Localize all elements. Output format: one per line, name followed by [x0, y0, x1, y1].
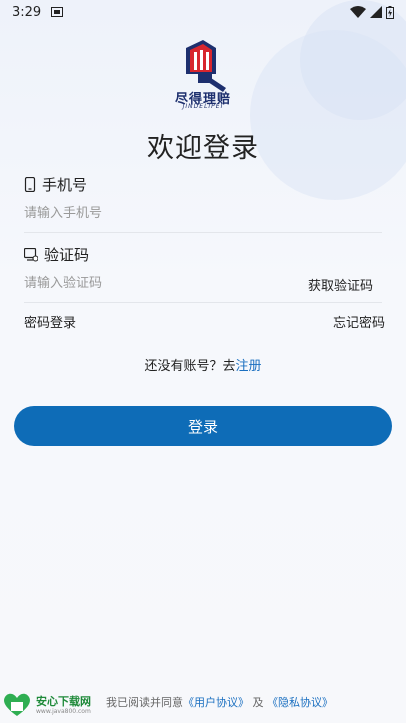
phone-input[interactable]: [24, 201, 382, 225]
watermark-url: www.java800.com: [36, 707, 91, 715]
signal-icon: [370, 6, 382, 18]
password-login-link[interactable]: 密码登录: [24, 312, 76, 331]
page-title: 欢迎登录: [147, 133, 259, 164]
watermark-logo-icon: [4, 693, 30, 716]
code-input[interactable]: [24, 271, 284, 295]
login-button[interactable]: 登录: [14, 406, 392, 446]
status-bar: 3:29: [0, 0, 406, 24]
phone-label: 手机号: [24, 174, 87, 195]
footer: 安心下载网 www.java800.com 我已阅读并同意《用户协议》 及 《隐…: [0, 688, 406, 718]
code-label-text: 验证码: [44, 246, 90, 264]
logo-building-icon: [186, 40, 226, 92]
code-label: 验证码: [24, 244, 89, 265]
sim-card-icon: [51, 7, 64, 17]
agreement-text: 我已阅读并同意《用户协议》 及 《隐私协议》: [106, 694, 333, 710]
agreement-prefix: 我已阅读并同意: [106, 696, 183, 709]
app-logo: 尽得理赔 JINDELIPEI: [168, 38, 238, 110]
register-prompt-text: 还没有账号？去: [144, 359, 236, 374]
privacy-agreement-link[interactable]: 《隐私协议》: [267, 696, 333, 709]
phone-icon: [24, 177, 36, 192]
get-code-button[interactable]: 获取验证码: [308, 275, 373, 294]
register-prompt: 还没有账号？去注册: [0, 355, 406, 374]
phone-divider: [24, 232, 382, 233]
wifi-icon: [350, 6, 366, 18]
watermark-title: 安心下载网: [36, 694, 91, 708]
forgot-password-link[interactable]: 忘记密码: [333, 312, 385, 331]
code-divider: [24, 302, 382, 303]
battery-icon: [386, 5, 394, 19]
watermark: 安心下载网 www.java800.com: [2, 692, 91, 718]
status-time: 3:29: [12, 4, 42, 20]
phone-label-text: 手机号: [42, 176, 88, 194]
agreement-and: 及: [252, 696, 264, 709]
verify-code-icon: [24, 247, 38, 262]
logo-subtitle: JINDELIPEI: [182, 103, 224, 110]
register-link[interactable]: 注册: [236, 359, 262, 374]
user-agreement-link[interactable]: 《用户协议》: [183, 696, 249, 709]
